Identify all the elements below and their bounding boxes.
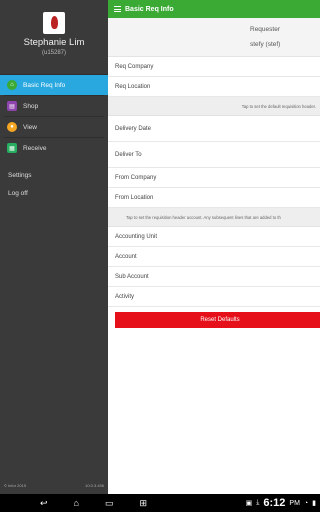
status-indicators: ▣ ⤓ 6:12 PM ◔ ▮ (246, 497, 320, 509)
version-text: 10.0.3.496 (85, 483, 104, 488)
main-content: Basic Req Info Requester stefy (stef) Re… (108, 0, 320, 494)
location-icon: ● (7, 122, 17, 132)
back-icon[interactable]: ↩ (40, 498, 48, 509)
account-field[interactable]: Account (108, 247, 320, 267)
nav-item-basic-req-info[interactable]: ⌂ Basic Req Info (0, 75, 108, 95)
recent-apps-icon[interactable]: ▭ (105, 498, 114, 509)
activity-field[interactable]: Activity (108, 287, 320, 307)
nav-item-label: View (23, 123, 37, 131)
account-hint: Tap to set the requisition header accoun… (108, 208, 320, 227)
system-status-bar: ↩ ⌂ ▭ ⊞ ▣ ⤓ 6:12 PM ◔ ▮ (0, 494, 320, 512)
download-icon: ⤓ (256, 499, 260, 506)
clock-time: 6:12 (263, 497, 286, 509)
nav-item-shop[interactable]: ▤ Shop (0, 96, 108, 116)
requester-value: stefy (stef) (250, 41, 281, 48)
accounting-unit-field[interactable]: Accounting Unit (108, 227, 320, 247)
gallery-icon: ▣ (245, 500, 253, 507)
menu-icon[interactable] (114, 5, 121, 14)
deliver-to-field[interactable]: Deliver To (108, 142, 320, 168)
nav-item-label: Receive (23, 144, 47, 152)
sub-account-field[interactable]: Sub Account (108, 267, 320, 287)
requester-label: Requester (250, 26, 280, 33)
nav-item-label: Basic Req Info (23, 81, 66, 89)
drawer-footer: © Infor 2015 10.0.3.496 (4, 483, 104, 488)
system-nav-buttons: ↩ ⌂ ▭ ⊞ (40, 498, 147, 509)
shop-icon: ▤ (7, 101, 17, 111)
nav-item-receive[interactable]: ▦ Receive (0, 138, 108, 158)
reset-defaults-button[interactable]: Reset Defaults (115, 312, 320, 328)
navigation-drawer: Stephanie Lim (u15287) ⌂ Basic Req Info … (0, 0, 108, 494)
req-location-field[interactable]: Req Location (108, 77, 320, 97)
user-name: Stephanie Lim (23, 37, 85, 48)
requester-section[interactable]: Requester stefy (stef) (108, 18, 320, 57)
drawer-extra-menu: Settings Log off (0, 166, 108, 202)
flame-icon (51, 16, 58, 29)
user-id: (u15287) (41, 50, 67, 56)
log-off-item[interactable]: Log off (0, 184, 108, 202)
receive-icon: ▦ (7, 143, 17, 153)
page-title: Basic Req Info (125, 5, 174, 13)
battery-icon: ▮ (312, 500, 316, 507)
default-header-hint: Tap to set the default requisition heade… (108, 97, 320, 116)
nav-item-view[interactable]: ● View (0, 117, 108, 137)
copyright-text: © Infor 2015 (4, 483, 27, 488)
clock-period: PM (289, 499, 300, 507)
from-location-field[interactable]: From Location (108, 188, 320, 208)
home-button-icon[interactable]: ⌂ (74, 498, 79, 509)
settings-item[interactable]: Settings (0, 166, 108, 184)
app-bar: Basic Req Info (108, 0, 320, 18)
avatar (43, 12, 65, 34)
delivery-date-field[interactable]: Delivery Date (108, 116, 320, 142)
wifi-icon: ◔ (303, 499, 309, 507)
user-profile: Stephanie Lim (u15287) (0, 12, 108, 75)
req-company-field[interactable]: Req Company (108, 57, 320, 77)
home-icon: ⌂ (7, 80, 17, 90)
screenshot-icon[interactable]: ⊞ (140, 498, 148, 509)
nav-item-label: Shop (23, 102, 39, 110)
from-company-field[interactable]: From Company (108, 168, 320, 188)
